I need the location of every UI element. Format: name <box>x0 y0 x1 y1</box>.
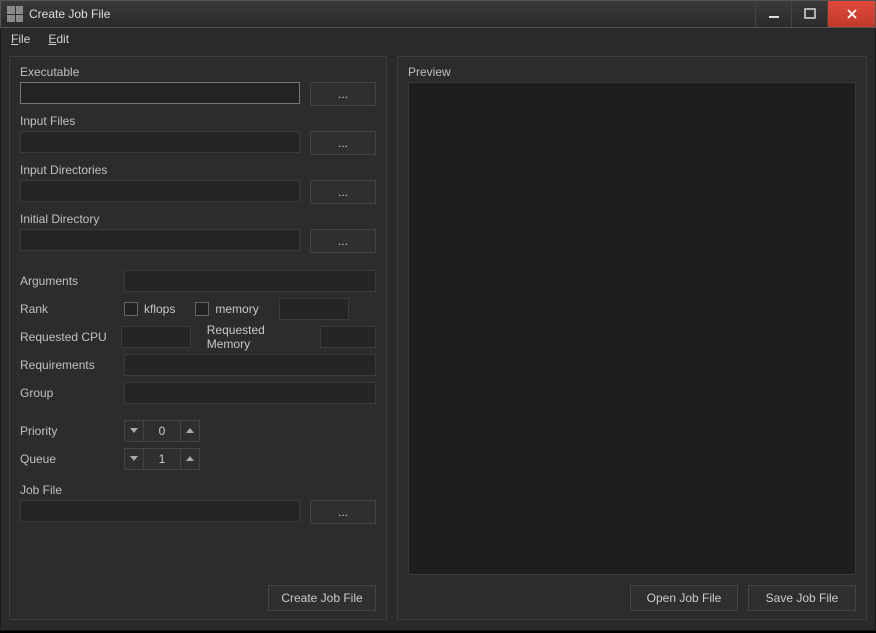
maximize-icon <box>804 8 816 20</box>
memory-label: memory <box>215 302 258 316</box>
minimize-button[interactable] <box>755 1 791 27</box>
minimize-icon <box>768 8 780 20</box>
close-button[interactable] <box>827 1 875 27</box>
checkbox-icon <box>195 302 209 316</box>
app-icon <box>7 6 23 22</box>
req-cpu-label: Requested CPU <box>20 330 115 344</box>
req-mem-input[interactable] <box>320 326 376 348</box>
menu-file[interactable]: File <box>11 32 30 46</box>
open-job-file-button[interactable]: Open Job File <box>630 585 738 611</box>
rank-extra-input[interactable] <box>279 298 349 320</box>
arguments-label: Arguments <box>20 274 118 288</box>
priority-value: 0 <box>144 420 180 442</box>
job-file-input[interactable] <box>20 500 300 522</box>
preview-panel: Preview Open Job File Save Job File <box>397 56 867 620</box>
create-job-file-button[interactable]: Create Job File <box>268 585 376 611</box>
queue-value: 1 <box>144 448 180 470</box>
initial-dir-input[interactable] <box>20 229 300 251</box>
job-file-label: Job File <box>20 483 376 497</box>
initial-dir-browse-button[interactable]: ... <box>310 229 376 253</box>
save-job-file-button[interactable]: Save Job File <box>748 585 856 611</box>
form-panel: Executable ... Input Files ... Input Dir… <box>9 56 387 620</box>
priority-label: Priority <box>20 424 118 438</box>
preview-label: Preview <box>408 65 856 79</box>
executable-browse-button[interactable]: ... <box>310 82 376 106</box>
chevron-up-icon[interactable] <box>180 448 200 470</box>
arguments-input[interactable] <box>124 270 376 292</box>
input-files-browse-button[interactable]: ... <box>310 131 376 155</box>
executable-label: Executable <box>20 65 376 79</box>
rank-label: Rank <box>20 302 118 316</box>
req-mem-label: Requested Memory <box>207 323 308 351</box>
input-dirs-input[interactable] <box>20 180 300 202</box>
checkbox-icon <box>124 302 138 316</box>
requirements-label: Requirements <box>20 358 118 372</box>
titlebar: Create Job File <box>0 0 876 28</box>
chevron-down-icon[interactable] <box>124 420 144 442</box>
window-body: File Edit Executable ... Input Files ...… <box>0 28 876 631</box>
input-dirs-browse-button[interactable]: ... <box>310 180 376 204</box>
window-controls <box>755 1 875 27</box>
requirements-input[interactable] <box>124 354 376 376</box>
kflops-checkbox[interactable]: kflops <box>124 302 175 316</box>
input-dirs-label: Input Directories <box>20 163 376 177</box>
window-title: Create Job File <box>29 7 755 21</box>
kflops-label: kflops <box>144 302 175 316</box>
priority-spinner[interactable]: 0 <box>124 420 200 442</box>
chevron-up-icon[interactable] <box>180 420 200 442</box>
input-files-label: Input Files <box>20 114 376 128</box>
executable-input[interactable] <box>20 82 300 104</box>
menu-edit[interactable]: Edit <box>48 32 69 46</box>
group-input[interactable] <box>124 382 376 404</box>
group-label: Group <box>20 386 118 400</box>
initial-dir-label: Initial Directory <box>20 212 376 226</box>
job-file-browse-button[interactable]: ... <box>310 500 376 524</box>
preview-textarea[interactable] <box>408 82 856 575</box>
queue-spinner[interactable]: 1 <box>124 448 200 470</box>
queue-label: Queue <box>20 452 118 466</box>
input-files-input[interactable] <box>20 131 300 153</box>
maximize-button[interactable] <box>791 1 827 27</box>
content: Executable ... Input Files ... Input Dir… <box>1 50 875 620</box>
chevron-down-icon[interactable] <box>124 448 144 470</box>
close-icon <box>846 8 858 20</box>
menubar: File Edit <box>1 28 875 50</box>
memory-checkbox[interactable]: memory <box>195 302 258 316</box>
req-cpu-input[interactable] <box>121 326 191 348</box>
